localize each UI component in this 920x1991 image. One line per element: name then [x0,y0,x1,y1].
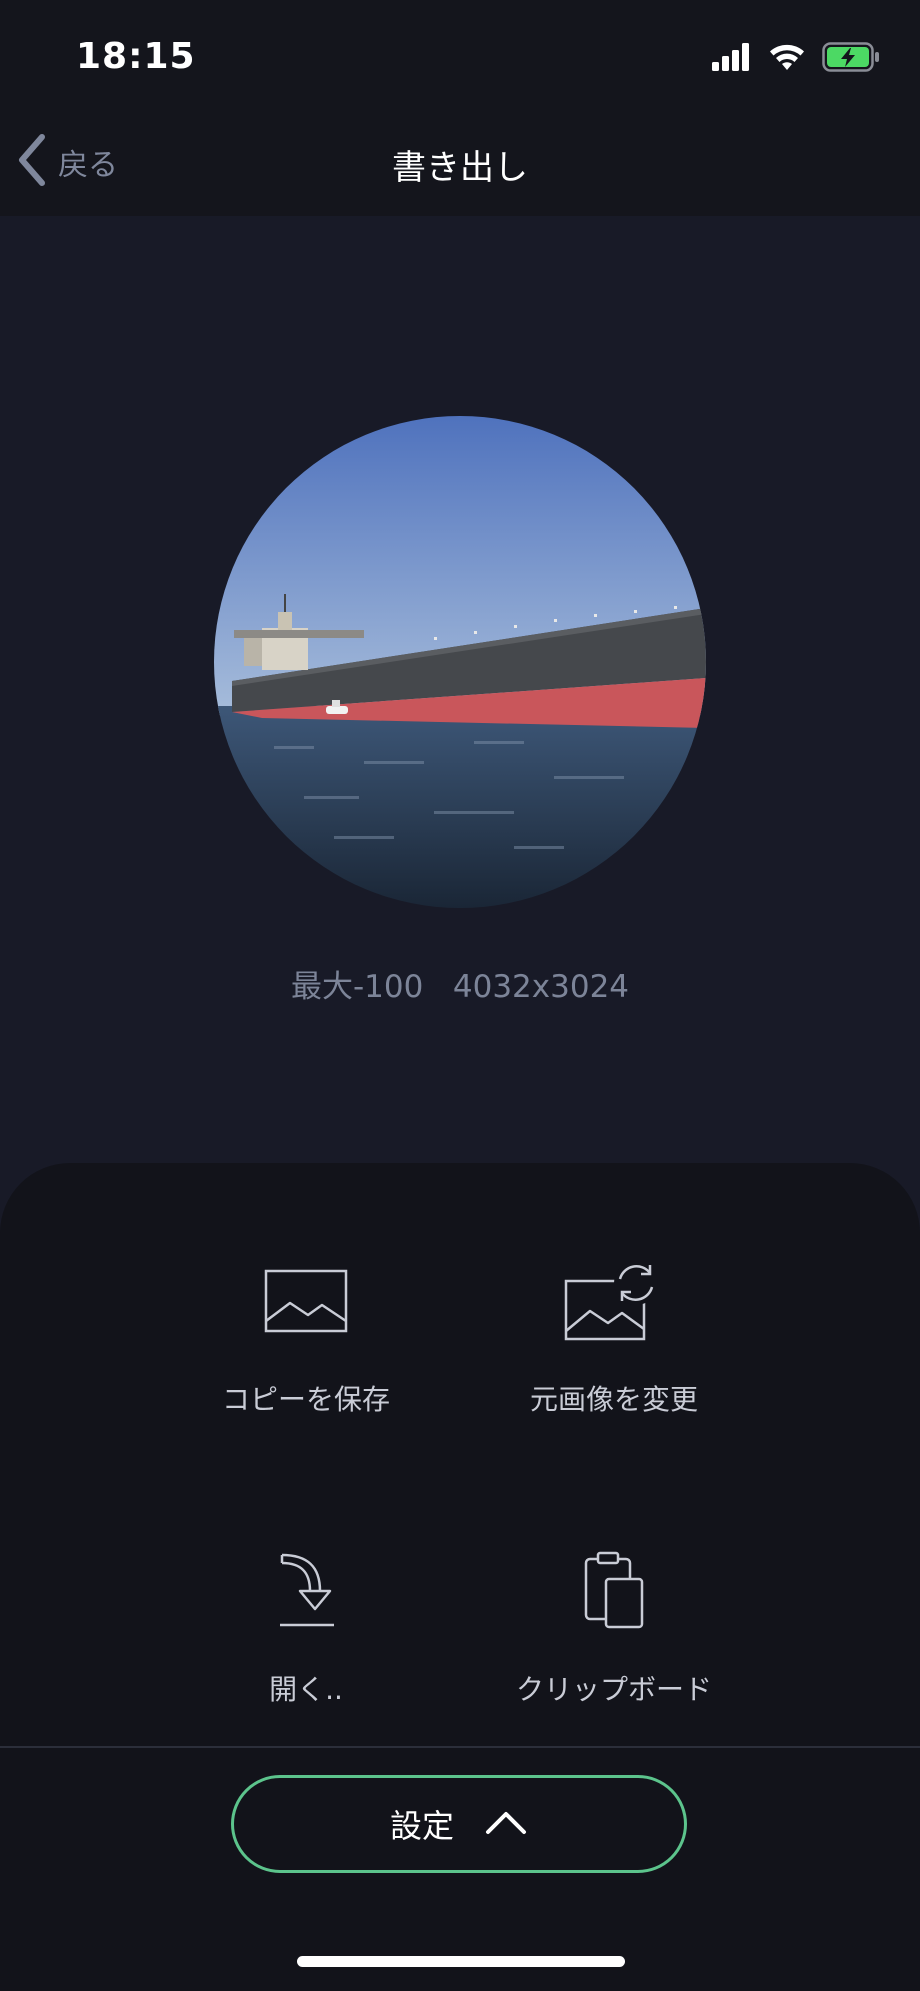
home-indicator [297,1956,625,1967]
export-actions-sheet: コピーを保存 元画像を変更 開く.. クリップボード [0,1163,920,1746]
change-original-button[interactable]: 元画像を変更 [464,1248,764,1448]
save-copy-label: コピーを保存 [221,1383,390,1416]
open-in-icon [274,1551,338,1635]
footer: 設定 [0,1748,920,1991]
navigation-bar: 戻る 書き出し [0,110,920,216]
page-title: 書き出し [392,148,528,188]
change-original-label: 元画像を変更 [529,1383,698,1416]
export-screen: 18:15 戻る 書き出し 最大-100 4032x3024 コピーを保存 元画… [0,0,920,1991]
status-bar: 18:15 [0,0,920,110]
settings-label: 設定 [389,1807,454,1845]
clipboard-button[interactable]: クリップボード [464,1538,764,1738]
chevron-up-icon [484,1808,528,1840]
status-icons [712,42,880,76]
status-time: 18:15 [76,36,196,77]
clipboard-icon [582,1551,646,1635]
settings-button[interactable]: 設定 [231,1775,687,1873]
save-copy-button[interactable]: コピーを保存 [156,1248,456,1448]
cellular-signal-icon [712,43,752,75]
wifi-icon [768,43,806,75]
replace-image-icon [564,1259,664,1347]
image-info: 最大-100 4032x3024 [290,969,630,1005]
open-in-label: 開く.. [269,1673,343,1706]
image-preview [214,416,706,908]
image-icon [264,1269,348,1337]
open-in-button[interactable]: 開く.. [156,1538,456,1738]
preview-area: 最大-100 4032x3024 [0,216,920,1166]
clipboard-label: クリップボード [515,1673,712,1706]
battery-charging-icon [822,42,880,76]
